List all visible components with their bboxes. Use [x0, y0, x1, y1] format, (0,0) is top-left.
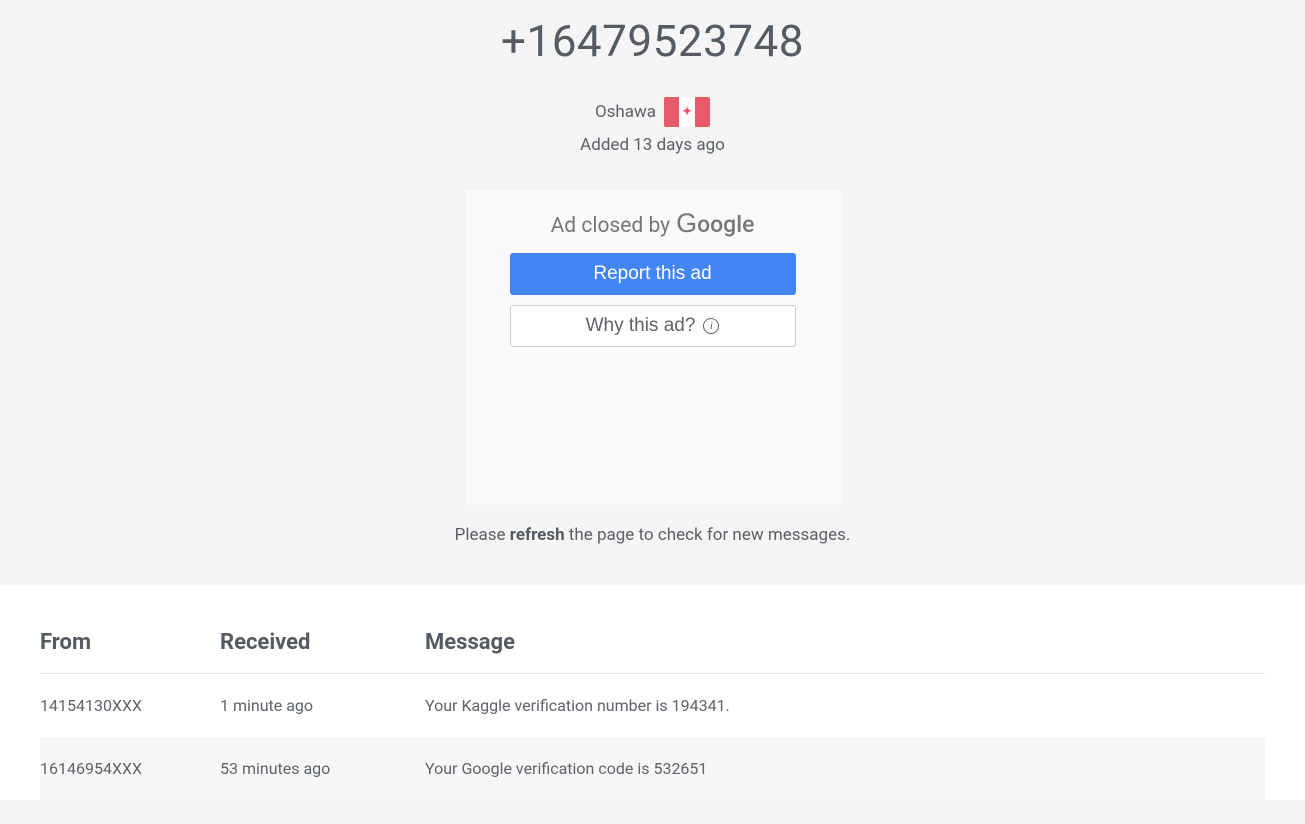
added-timestamp: Added 13 days ago [0, 135, 1305, 155]
table-row: 16146954XXX53 minutes agoYour Google ver… [40, 737, 1265, 800]
messages-table: From Received Message 14154130XXX1 minut… [40, 630, 1265, 800]
cell-from: 16146954XXX [40, 737, 220, 800]
column-header-received: Received [220, 630, 425, 674]
ad-closed-prefix: Ad closed by [551, 214, 670, 238]
refresh-hint-prefix: Please [455, 525, 510, 545]
cell-from: 14154130XXX [40, 674, 220, 738]
column-header-message: Message [425, 630, 1265, 674]
google-brand-rest: oogle [697, 211, 754, 238]
why-this-ad-label: Why this ad? [586, 315, 696, 337]
column-header-from: From [40, 630, 220, 674]
cell-message: Your Kaggle verification number is 19434… [425, 674, 1265, 738]
refresh-hint-bold: refresh [510, 525, 565, 545]
google-logo: Google [676, 208, 754, 239]
report-ad-button[interactable]: Report this ad [510, 253, 796, 295]
info-icon: i [703, 318, 719, 334]
refresh-hint: Please refresh the page to check for new… [0, 525, 1305, 545]
cell-received: 53 minutes ago [220, 737, 425, 800]
location-text: Oshawa [595, 102, 656, 122]
why-this-ad-button[interactable]: Why this ad? i [510, 305, 796, 347]
table-header-row: From Received Message [40, 630, 1265, 674]
refresh-hint-suffix: the page to check for new messages. [565, 525, 851, 545]
cell-received: 1 minute ago [220, 674, 425, 738]
ad-closed-label: Ad closed by Google [510, 208, 796, 239]
header-section: +16479523748 Oshawa ✦ Added 13 days ago … [0, 0, 1305, 585]
messages-section: From Received Message 14154130XXX1 minut… [0, 585, 1305, 800]
ad-container: Ad closed by Google Report this ad Why t… [465, 190, 841, 505]
table-row: 14154130XXX1 minute agoYour Kaggle verif… [40, 674, 1265, 738]
canada-flag-icon: ✦ [664, 97, 710, 127]
cell-message: Your Google verification code is 532651 [425, 737, 1265, 800]
phone-number: +16479523748 [0, 15, 1305, 67]
location-row: Oshawa ✦ [0, 97, 1305, 127]
